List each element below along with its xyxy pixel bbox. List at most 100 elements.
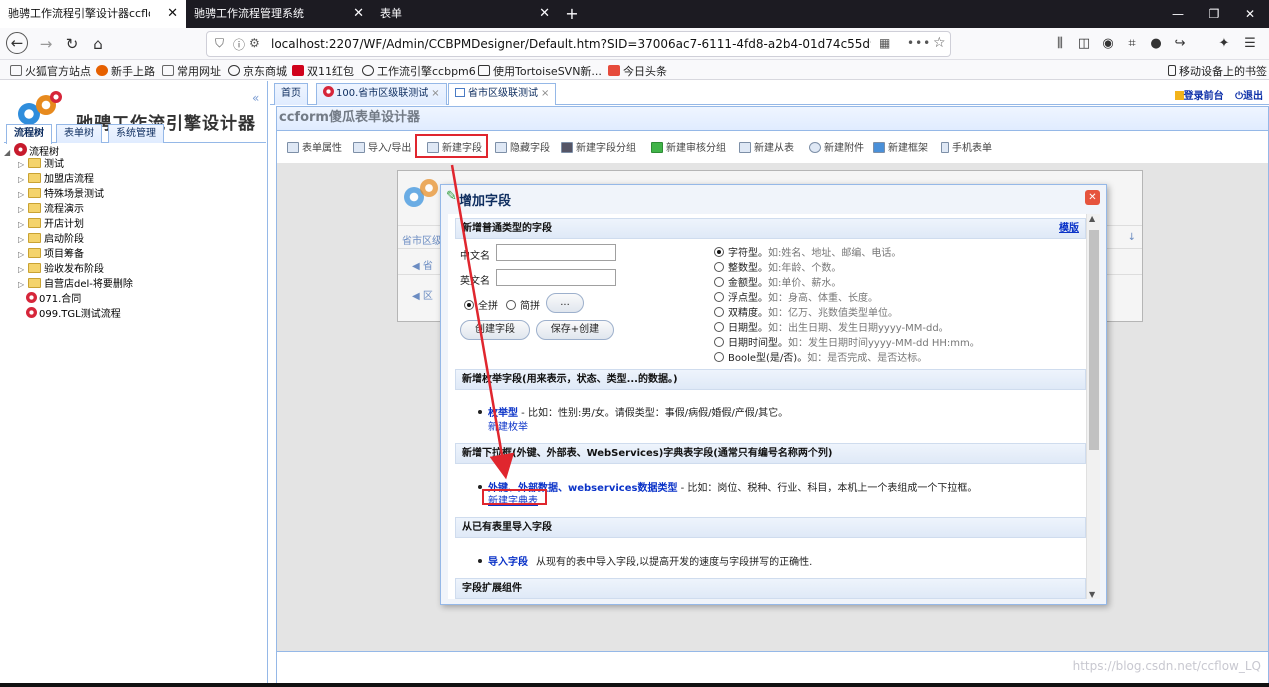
tab-flow-tree[interactable]: 流程树 — [6, 124, 52, 144]
tree-folder[interactable]: ▷ 验收发布阶段 — [18, 262, 104, 277]
new-audit-group-button[interactable]: 新建审核分组 — [651, 139, 726, 154]
extension-icon[interactable]: ⌗ — [1122, 36, 1142, 51]
share-icon[interactable]: ↪ — [1170, 36, 1190, 51]
create-field-button[interactable]: 创建字段 — [460, 320, 530, 340]
new-enum-link[interactable]: 新建枚举 — [488, 422, 528, 433]
bookmark-item[interactable]: 使用TortoiseSVN新... — [478, 63, 602, 79]
mobile-bookmarks[interactable]: 移动设备上的书签 — [1168, 63, 1267, 79]
url-bar[interactable]: ⛉ ⓘ ⚙ localhost:2207/WF/Admin/CCBPMDesig… — [206, 31, 951, 57]
close-window-button[interactable]: ✕ — [1232, 0, 1268, 28]
new-attachment-button[interactable]: 新建附件 — [809, 139, 864, 154]
expand-arrow-icon[interactable]: ▷ — [18, 157, 28, 172]
tree-folder[interactable]: ▷ 流程演示 — [18, 202, 84, 217]
tree-flow[interactable]: 071.合同 — [26, 292, 81, 307]
expand-arrow-icon[interactable]: ▷ — [18, 172, 28, 187]
browser-tab-form[interactable]: 表单 ✕ — [372, 0, 558, 28]
minimize-button[interactable]: — — [1160, 0, 1196, 28]
type-money-radio[interactable]: 金额型。如:单价、薪水。 — [714, 274, 841, 289]
forward-arrow-icon[interactable]: → — [34, 32, 58, 56]
scroll-thumb[interactable] — [1089, 230, 1099, 450]
close-tab-icon[interactable]: ✕ — [539, 0, 550, 28]
import-export-button[interactable]: 导入/导出 — [353, 139, 411, 154]
back-arrow-icon[interactable]: ← — [6, 32, 28, 54]
new-tab-button[interactable]: + — [558, 0, 586, 28]
cn-name-input[interactable] — [496, 244, 616, 261]
scroll-up-icon[interactable]: ▲ — [1089, 214, 1095, 223]
more-button[interactable]: ... — [546, 293, 584, 313]
pinyin-short-radio[interactable]: 简拼 — [506, 297, 540, 312]
expand-arrow-icon[interactable]: ▷ — [18, 232, 28, 247]
expand-arrow-icon[interactable]: ▷ — [18, 262, 28, 277]
page-actions-icon[interactable]: ••• — [907, 36, 931, 50]
browser-tab-designer[interactable]: 驰骋工作流程引擎设计器ccflow6 ✕ — [0, 0, 186, 28]
close-tab-icon[interactable]: × — [541, 88, 549, 99]
form-properties-button[interactable]: 表单属性 — [287, 139, 342, 154]
bookmark-item[interactable]: 京东商城 — [228, 63, 287, 79]
chat-icon[interactable]: ● — [1146, 36, 1166, 51]
type-string-radio[interactable]: 字符型。如:姓名、地址、邮编、电话。 — [714, 244, 901, 259]
type-datetime-radio[interactable]: 日期时间型。如：发生日期时间yyyy-MM-dd HH:mm。 — [714, 334, 980, 349]
bookmark-item[interactable]: 工作流引擎ccbpm6 — [362, 63, 476, 79]
type-int-radio[interactable]: 整数型。如:年龄、个数。 — [714, 259, 841, 274]
type-boolean-radio[interactable]: Boole型(是/否)。如：是否完成、是否达标。 — [714, 349, 927, 364]
type-float-radio[interactable]: 浮点型。如：身高、体重、长度。 — [714, 289, 878, 304]
qr-code-icon[interactable]: ▦ — [879, 36, 890, 50]
bookmark-item[interactable]: 常用网址 — [162, 63, 221, 79]
addon-icon[interactable]: ✦ — [1214, 36, 1234, 51]
type-date-radio[interactable]: 日期型。如：出生日期、发生日期yyyy-MM-dd。 — [714, 319, 949, 334]
tree-flow[interactable]: 099.TGL测试流程 — [26, 307, 121, 322]
tab-system-manage[interactable]: 系统管理 — [108, 124, 164, 143]
expand-arrow-icon[interactable]: ▷ — [18, 202, 28, 217]
tree-folder[interactable]: ▷ 测试 — [18, 157, 64, 172]
dialog-scrollbar[interactable]: ▲ ▼ — [1086, 214, 1100, 599]
pinyin-full-radio[interactable]: 全拼 — [464, 297, 498, 312]
login-link[interactable]: 登录前台 — [1184, 91, 1224, 102]
expand-arrow-icon[interactable]: ▷ — [18, 247, 28, 262]
en-name-input[interactable] — [496, 269, 616, 286]
type-double-radio[interactable]: 双精度。如：亿万、兆数值类型单位。 — [714, 304, 898, 319]
tree-folder[interactable]: ▷ 开店计划 — [18, 217, 84, 232]
tree-folder[interactable]: ▷ 启动阶段 — [18, 232, 84, 247]
mobile-form-button[interactable]: 手机表单 — [941, 139, 992, 154]
close-tab-icon[interactable]: × — [431, 88, 439, 99]
collapse-panel-icon[interactable]: « — [252, 91, 259, 105]
close-tab-icon[interactable]: ✕ — [353, 0, 364, 28]
account-icon[interactable]: ◉ — [1098, 36, 1118, 51]
info-icon[interactable]: ⓘ — [233, 36, 245, 53]
url-text[interactable]: localhost:2207/WF/Admin/CCBPMDesigner/De… — [271, 37, 871, 51]
home-icon[interactable]: ⌂ — [86, 32, 110, 56]
menu-icon[interactable]: ☰ — [1240, 36, 1260, 51]
close-tab-icon[interactable]: ✕ — [167, 0, 178, 28]
new-subtable-button[interactable]: 新建从表 — [739, 139, 794, 154]
tab-form-cascade[interactable]: 省市区级联测试 × — [448, 83, 557, 105]
hidden-field-button[interactable]: 隐藏字段 — [495, 139, 550, 154]
reload-icon[interactable]: ↻ — [60, 32, 84, 56]
bookmark-item[interactable]: 双11红包 — [292, 63, 354, 79]
tree-folder[interactable]: ▷ 特殊场景测试 — [18, 187, 104, 202]
bookmark-item[interactable]: 今日头条 — [608, 63, 667, 79]
expand-arrow-icon[interactable]: ▷ — [18, 187, 28, 202]
close-icon[interactable]: ✕ — [1085, 190, 1100, 205]
browser-tab-manage[interactable]: 驰骋工作流程管理系统 ✕ — [186, 0, 372, 28]
tab-form-tree[interactable]: 表单树 — [56, 124, 102, 143]
template-link[interactable]: 模版 — [1059, 219, 1079, 238]
logout-link[interactable]: 退出 — [1243, 91, 1263, 102]
bookmark-item[interactable]: 新手上路 — [96, 63, 155, 79]
restore-button[interactable]: ❐ — [1196, 0, 1232, 28]
bookmark-star-icon[interactable]: ☆ — [933, 35, 946, 51]
expand-arrow-icon[interactable]: ▷ — [18, 277, 28, 292]
new-field-group-button[interactable]: 新建字段分组 — [561, 139, 636, 154]
scroll-down-icon[interactable]: ▼ — [1089, 590, 1095, 599]
expand-arrow-icon[interactable]: ▷ — [18, 217, 28, 232]
library-icon[interactable]: ⫼ — [1050, 36, 1070, 51]
permissions-icon[interactable]: ⚙ — [249, 36, 260, 50]
tree-folder[interactable]: ▷ 项目筹备 — [18, 247, 84, 262]
bookmark-item[interactable]: 火狐官方站点 — [10, 63, 91, 79]
import-field-link[interactable]: 导入字段 — [488, 557, 528, 568]
tree-root[interactable]: ◢ 流程树 — [4, 143, 59, 158]
tree-folder[interactable]: ▷ 加盟店流程 — [18, 172, 94, 187]
shield-icon[interactable]: ⛉ — [215, 36, 224, 51]
tab-home[interactable]: 首页 — [274, 83, 308, 105]
expand-arrow-icon[interactable]: ◢ — [4, 145, 14, 160]
sidebar-icon[interactable]: ◫ — [1074, 36, 1094, 51]
